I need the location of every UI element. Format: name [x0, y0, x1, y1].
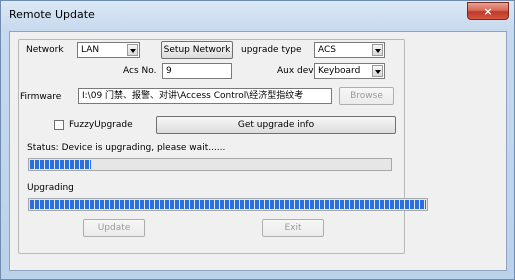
exit-button[interactable]: Exit — [262, 219, 324, 237]
aux-dev-selected-value: Keyboard — [318, 66, 361, 76]
acs-no-label: Acs No. — [123, 66, 157, 76]
firmware-path-input[interactable]: I:\09 门禁、报警、对讲\Access Control\经济型指纹考 — [78, 88, 332, 104]
aux-dev-select[interactable]: Keyboard — [314, 63, 385, 79]
upgrading-progress-bar — [28, 198, 428, 211]
firmware-label: Firmware — [20, 92, 62, 102]
network-select[interactable]: LAN — [77, 42, 140, 58]
setup-network-button[interactable]: Setup Network — [161, 41, 233, 59]
fuzzy-upgrade-checkbox[interactable] — [54, 120, 64, 130]
upgrade-type-label: upgrade type — [241, 45, 302, 55]
status-text: Status: Device is upgrading, please wait… — [27, 143, 226, 153]
title-bar[interactable]: Remote Update × — [1, 1, 514, 31]
acs-no-input[interactable]: 9 — [162, 63, 232, 79]
close-button[interactable]: × — [467, 2, 509, 20]
aux-dev-label: Aux dev — [277, 66, 314, 76]
chevron-down-icon[interactable] — [372, 65, 383, 77]
status-progress-bar — [28, 158, 392, 171]
upgrade-type-select[interactable]: ACS — [314, 42, 385, 58]
get-upgrade-info-button[interactable]: Get upgrade info — [156, 116, 396, 134]
chevron-down-icon[interactable] — [372, 44, 383, 56]
upgrading-progress-fill — [30, 200, 426, 209]
upgrade-type-selected-value: ACS — [318, 45, 336, 55]
remote-update-window: Remote Update × Network LAN Setup Networ… — [0, 0, 515, 280]
network-label: Network — [26, 45, 64, 55]
browse-button[interactable]: Browse — [339, 87, 394, 105]
dialog-client-area: Network LAN Setup Network upgrade type A… — [9, 31, 507, 271]
fuzzy-upgrade-label: FuzzyUpgrade — [69, 120, 133, 130]
status-progress-fill — [30, 160, 92, 169]
chevron-down-icon[interactable] — [127, 44, 138, 56]
network-selected-value: LAN — [81, 45, 100, 55]
update-button[interactable]: Update — [83, 219, 145, 237]
upgrading-label: Upgrading — [27, 183, 74, 193]
close-icon: × — [483, 4, 493, 18]
window-title: Remote Update — [9, 8, 95, 21]
